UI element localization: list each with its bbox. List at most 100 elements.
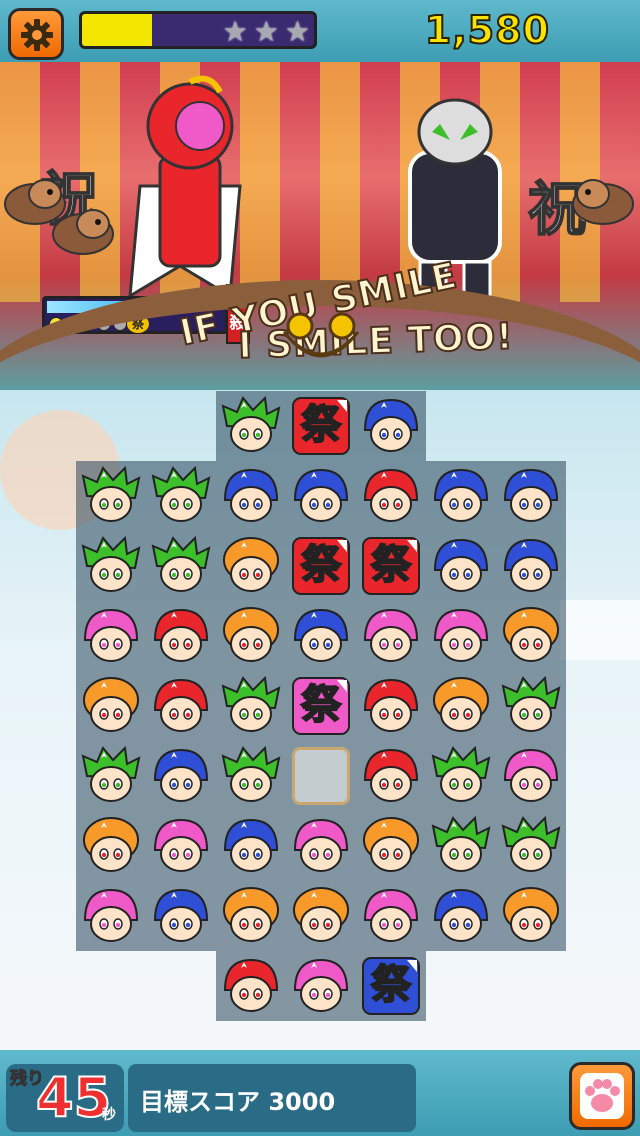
- character-tile[interactable]: [289, 814, 353, 878]
- matsuri-label: 祭: [300, 680, 342, 729]
- green-face-icon: [221, 396, 281, 452]
- pink-face-icon: [83, 608, 139, 662]
- character-tile[interactable]: [219, 814, 283, 878]
- orange-face-icon: [223, 607, 279, 662]
- gear-icon: [21, 19, 53, 51]
- red-face-icon: [363, 748, 419, 802]
- character-tile[interactable]: [79, 464, 143, 528]
- character-tile[interactable]: [359, 394, 423, 458]
- matsuri-label: 祭: [370, 540, 412, 589]
- character-tile[interactable]: [499, 884, 563, 948]
- character-tile[interactable]: [359, 674, 423, 738]
- hero-character: [128, 75, 242, 299]
- character-tile[interactable]: [149, 674, 213, 738]
- pink-face-icon: [83, 888, 139, 942]
- matsuri-tile[interactable]: 祭: [289, 534, 353, 598]
- character-tile[interactable]: [219, 604, 283, 668]
- matsuri-tile[interactable]: 祭: [359, 534, 423, 598]
- character-tile[interactable]: [219, 884, 283, 948]
- top-bar: ★ ★ ★ 1,580: [0, 0, 640, 62]
- orange-face-icon: [433, 677, 489, 732]
- character-tile[interactable]: [499, 464, 563, 528]
- empty-cell[interactable]: [292, 747, 350, 805]
- character-tile[interactable]: [219, 744, 283, 808]
- character-tile[interactable]: [499, 604, 563, 668]
- character-tile[interactable]: [289, 604, 353, 668]
- character-tile[interactable]: [359, 464, 423, 528]
- star-icon: ★: [284, 15, 310, 48]
- matsuri-tile[interactable]: 祭: [289, 394, 353, 458]
- character-tile[interactable]: [429, 884, 493, 948]
- battle-stage: 祝 祝 祭 必殺 IF YOU SMILEI SMILE TOO!: [0, 62, 640, 390]
- red-face-icon: [223, 958, 279, 1012]
- character-tile[interactable]: [219, 464, 283, 528]
- character-tile[interactable]: [359, 744, 423, 808]
- character-tile[interactable]: [499, 674, 563, 738]
- character-tile[interactable]: [359, 814, 423, 878]
- matsuri-tile[interactable]: 祭: [289, 674, 353, 738]
- character-tile[interactable]: [149, 884, 213, 948]
- puzzle-board[interactable]: 祭祭祭祭祭: [76, 391, 566, 1021]
- character-tile[interactable]: [219, 674, 283, 738]
- character-tile[interactable]: [499, 814, 563, 878]
- red-face-icon: [153, 678, 209, 732]
- matsuri-label: 祭: [300, 540, 342, 589]
- green-face-icon: [151, 466, 211, 522]
- background-decoration: [560, 600, 640, 660]
- blue-face-icon: [293, 468, 349, 522]
- green-face-icon: [81, 466, 141, 522]
- green-face-icon: [221, 676, 281, 732]
- character-tile[interactable]: [79, 814, 143, 878]
- character-tile[interactable]: [149, 744, 213, 808]
- character-tile[interactable]: [219, 394, 283, 458]
- pink-face-icon: [153, 818, 209, 872]
- blue-face-icon: [503, 538, 559, 592]
- blue-face-icon: [223, 818, 279, 872]
- character-tile[interactable]: [359, 884, 423, 948]
- character-tile[interactable]: [79, 534, 143, 598]
- paw-icon: [580, 1073, 624, 1119]
- character-tile[interactable]: [359, 604, 423, 668]
- character-tile[interactable]: [429, 464, 493, 528]
- orange-face-icon: [223, 537, 279, 592]
- character-tile[interactable]: [289, 884, 353, 948]
- settings-button[interactable]: [8, 8, 64, 60]
- sparrow-icon: [52, 209, 114, 255]
- matsuri-label: 祭: [300, 400, 342, 449]
- green-face-icon: [81, 536, 141, 592]
- green-face-icon: [501, 816, 561, 872]
- timer-unit: 秒: [102, 1107, 116, 1123]
- character-tile[interactable]: [79, 744, 143, 808]
- character-tile[interactable]: [429, 744, 493, 808]
- character-tile[interactable]: [79, 884, 143, 948]
- character-tile[interactable]: [79, 674, 143, 738]
- target-score-panel: 目標スコア 3000: [128, 1064, 416, 1132]
- character-tile[interactable]: [289, 954, 353, 1018]
- orange-face-icon: [223, 887, 279, 942]
- character-tile[interactable]: [429, 604, 493, 668]
- character-tile[interactable]: [149, 604, 213, 668]
- pink-face-icon: [363, 888, 419, 942]
- pink-face-icon: [363, 608, 419, 662]
- character-tile[interactable]: [289, 464, 353, 528]
- character-tile[interactable]: [149, 814, 213, 878]
- green-face-icon: [431, 746, 491, 802]
- character-tile[interactable]: [499, 744, 563, 808]
- character-tile[interactable]: [429, 674, 493, 738]
- character-tile[interactable]: [429, 814, 493, 878]
- pink-face-icon: [503, 748, 559, 802]
- character-tile[interactable]: [219, 534, 283, 598]
- character-tile[interactable]: [79, 604, 143, 668]
- orange-face-icon: [503, 607, 559, 662]
- matsuri-tile[interactable]: 祭: [359, 954, 423, 1018]
- target-score-label: 目標スコア 3000: [140, 1088, 336, 1116]
- character-tile[interactable]: [149, 464, 213, 528]
- character-tile[interactable]: [429, 534, 493, 598]
- paw-button[interactable]: [569, 1062, 635, 1130]
- red-face-icon: [363, 468, 419, 522]
- character-tile[interactable]: [219, 954, 283, 1018]
- character-tile[interactable]: [149, 534, 213, 598]
- character-tile[interactable]: [499, 534, 563, 598]
- green-face-icon: [431, 816, 491, 872]
- blue-face-icon: [503, 468, 559, 522]
